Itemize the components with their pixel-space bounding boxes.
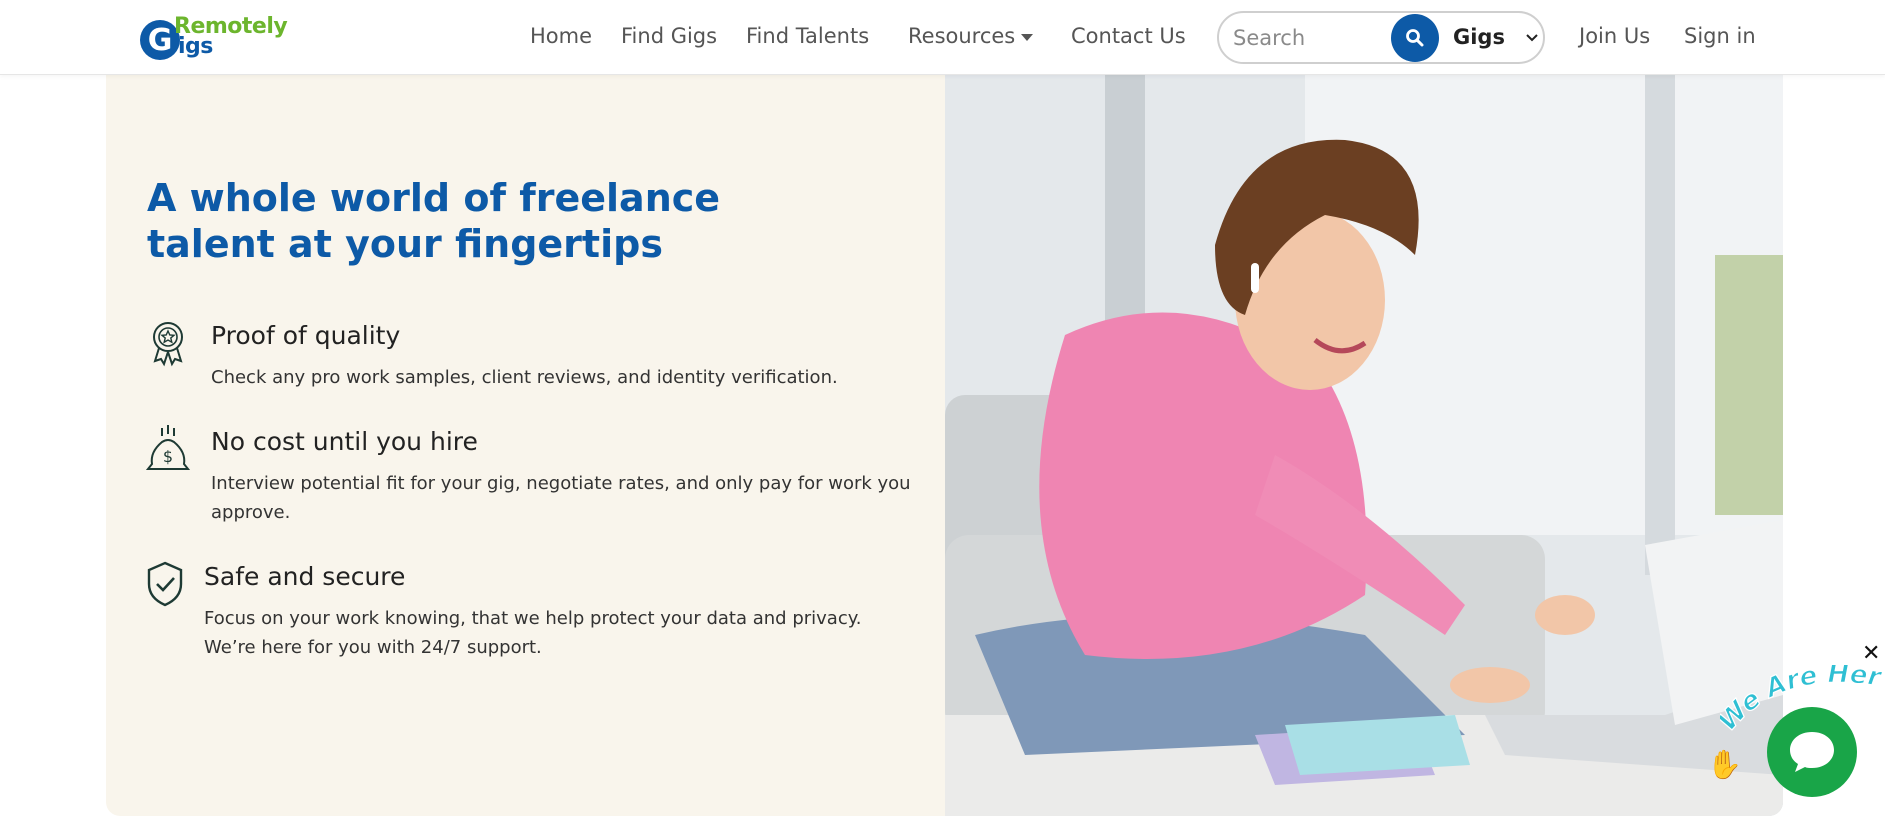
chat-close-button[interactable]: ✕: [1862, 641, 1880, 666]
search-scope-select[interactable]: Gigs: [1453, 25, 1505, 49]
feature-title: No cost until you hire: [211, 427, 478, 456]
nav-resources-label: Resources: [908, 24, 1016, 48]
site-logo[interactable]: G Remotely igs: [140, 14, 288, 62]
search-button[interactable]: [1391, 14, 1439, 62]
feature-title: Safe and secure: [204, 562, 406, 591]
feature-title: Proof of quality: [211, 321, 401, 350]
svg-text:$: $: [163, 447, 173, 466]
money-bag-icon: $: [145, 425, 191, 470]
shield-check-icon: [147, 561, 183, 607]
chat-open-button[interactable]: [1767, 707, 1857, 797]
nav-join-us[interactable]: Join Us: [1579, 24, 1650, 48]
nav-find-gigs[interactable]: Find Gigs: [621, 24, 717, 48]
nav-contact-us[interactable]: Contact Us: [1071, 24, 1186, 48]
feature-description: Check any pro work samples, client revie…: [211, 367, 838, 388]
hero-title: A whole world of freelance talent at you…: [147, 176, 721, 266]
nav-find-talents[interactable]: Find Talents: [746, 24, 869, 48]
feature-description: Interview potential fit for your gig, ne…: [211, 473, 911, 523]
search-input[interactable]: [1233, 23, 1393, 53]
nav-home[interactable]: Home: [530, 24, 592, 48]
nav-sign-in[interactable]: Sign in: [1684, 24, 1756, 48]
waving-hand-icon: ✋: [1707, 748, 1742, 781]
logo-bottom-text: igs: [178, 34, 213, 59]
nav-resources[interactable]: Resources: [908, 24, 1034, 48]
search-bar: Gigs: [1217, 11, 1545, 64]
woman-with-laptop-illustration: [945, 75, 1783, 816]
award-ribbon-icon: [153, 322, 183, 367]
search-icon: [1406, 29, 1424, 47]
hero-photo: [945, 75, 1783, 816]
caret-down-icon: [1021, 33, 1034, 41]
chat-bubble-icon: [1790, 732, 1834, 772]
feature-description: Focus on your work knowing, that we help…: [204, 608, 862, 658]
site-header: G Remotely igs Home Find Gigs Find Talen…: [0, 0, 1885, 75]
chevron-down-icon[interactable]: [1525, 33, 1539, 43]
